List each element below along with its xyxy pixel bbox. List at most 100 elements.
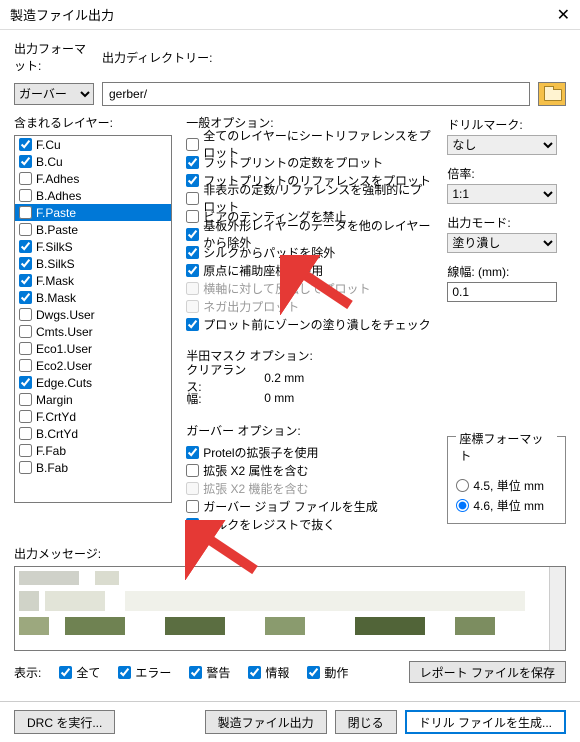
filter-info[interactable]: [248, 666, 261, 679]
layer-checkbox[interactable]: [19, 461, 32, 474]
browse-folder-button[interactable]: [538, 82, 566, 106]
output-dir-input[interactable]: [102, 82, 530, 106]
layer-name: Dwgs.User: [36, 308, 95, 322]
layer-checkbox[interactable]: [19, 376, 32, 389]
layer-item-b-adhes[interactable]: B.Adhes: [15, 187, 171, 204]
layer-item-eco2-user[interactable]: Eco2.User: [15, 357, 171, 374]
layer-name: F.Paste: [36, 206, 76, 220]
lw-input[interactable]: [447, 282, 557, 302]
layer-item-b-paste[interactable]: B.Paste: [15, 221, 171, 238]
layer-item-edge-cuts[interactable]: Edge.Cuts: [15, 374, 171, 391]
option-checkbox[interactable]: [186, 138, 199, 151]
layer-checkbox[interactable]: [19, 155, 32, 168]
option-checkbox[interactable]: [186, 264, 199, 277]
coord-legend: 座標フォーマット: [456, 430, 557, 464]
layer-name: F.Mask: [36, 274, 74, 288]
option-checkbox[interactable]: [186, 174, 199, 187]
drill-select[interactable]: なし: [447, 135, 557, 155]
layer-item-b-silks[interactable]: B.SilkS: [15, 255, 171, 272]
scale-label: 倍率:: [447, 165, 566, 182]
layers-label: 含まれるレイヤー:: [14, 114, 172, 131]
layer-item-b-crtyd[interactable]: B.CrtYd: [15, 425, 171, 442]
layer-checkbox[interactable]: [19, 274, 32, 287]
layer-checkbox[interactable]: [19, 444, 32, 457]
layer-item-f-paste[interactable]: F.Paste: [15, 204, 171, 221]
width-v: 0 mm: [264, 391, 294, 405]
layer-item-f-adhes[interactable]: F.Adhes: [15, 170, 171, 187]
layer-checkbox[interactable]: [19, 427, 32, 440]
coord-45-radio[interactable]: [456, 479, 469, 492]
layer-list[interactable]: F.Cu B.CuF.AdhesB.Adhes F.Paste B.PasteF.Si…: [14, 135, 172, 503]
layer-name: B.Cu: [36, 155, 63, 169]
option-checkbox[interactable]: [186, 156, 199, 169]
layer-checkbox[interactable]: [19, 138, 32, 151]
option-row: ガーバー ジョブ ファイルを生成: [186, 497, 433, 515]
layer-checkbox[interactable]: [19, 325, 32, 338]
layer-item-f-fab[interactable]: F.Fab: [15, 442, 171, 459]
option-row: 非表示の定数/リファレンスを強制的にプロット: [186, 189, 433, 207]
layer-item-f-crtyd[interactable]: F.CrtYd: [15, 408, 171, 425]
option-row: シルクをレジストで抜く: [186, 515, 433, 533]
layer-item-f-mask[interactable]: F.Mask: [15, 272, 171, 289]
option-label: 原点に補助座標を使用: [203, 262, 323, 279]
layer-checkbox[interactable]: [19, 308, 32, 321]
layer-item-f-silks[interactable]: F.SilkS: [15, 238, 171, 255]
layer-checkbox[interactable]: [19, 223, 32, 236]
layer-name: B.Paste: [36, 223, 78, 237]
layer-name: B.SilkS: [36, 257, 75, 271]
filter-action[interactable]: [307, 666, 320, 679]
layer-item-b-mask[interactable]: B.Mask: [15, 289, 171, 306]
plot-button[interactable]: 製造ファイル出力: [205, 710, 327, 734]
format-select[interactable]: ガーバー: [14, 83, 94, 105]
layer-name: Margin: [36, 393, 73, 407]
layer-checkbox[interactable]: [19, 189, 32, 202]
layer-checkbox[interactable]: [19, 291, 32, 304]
mode-select[interactable]: 塗り潰し: [447, 233, 557, 253]
option-checkbox[interactable]: [186, 228, 199, 241]
layer-item-margin[interactable]: Margin: [15, 391, 171, 408]
option-checkbox[interactable]: [186, 446, 199, 459]
option-label: 横軸に対して反転してプロット: [203, 280, 370, 297]
option-checkbox[interactable]: [186, 500, 199, 513]
option-checkbox[interactable]: [186, 318, 199, 331]
layer-item-eco1-user[interactable]: Eco1.User: [15, 340, 171, 357]
layer-item-b-cu[interactable]: B.Cu: [15, 153, 171, 170]
layer-item-dwgs-user[interactable]: Dwgs.User: [15, 306, 171, 323]
option-checkbox[interactable]: [186, 192, 199, 205]
filter-error[interactable]: [118, 666, 131, 679]
drill-file-button[interactable]: ドリル ファイルを生成...: [405, 710, 566, 734]
option-checkbox[interactable]: [186, 246, 199, 259]
message-box[interactable]: [14, 566, 566, 651]
layer-name: Edge.Cuts: [36, 376, 92, 390]
layer-item-cmts-user[interactable]: Cmts.User: [15, 323, 171, 340]
option-checkbox[interactable]: [186, 464, 199, 477]
layer-checkbox[interactable]: [19, 342, 32, 355]
layer-checkbox[interactable]: [19, 359, 32, 372]
save-report-button[interactable]: レポート ファイルを保存: [409, 661, 566, 683]
option-label: フットプリントの定数をプロット: [203, 154, 383, 171]
option-row: 横軸に対して反転してプロット: [186, 279, 433, 297]
coord-46-radio[interactable]: [456, 499, 469, 512]
layer-item-b-fab[interactable]: B.Fab: [15, 459, 171, 476]
layer-checkbox[interactable]: [19, 410, 32, 423]
option-label: シルクをレジストで抜く: [203, 516, 335, 533]
scale-select[interactable]: 1:1: [447, 184, 557, 204]
option-checkbox: [186, 482, 199, 495]
layer-checkbox[interactable]: [19, 393, 32, 406]
layer-checkbox[interactable]: [19, 240, 32, 253]
close-icon[interactable]: ✕: [557, 5, 570, 25]
mode-label: 出力モード:: [447, 214, 566, 231]
option-label: ネガ出力プロット: [203, 298, 299, 315]
layer-checkbox[interactable]: [19, 206, 32, 219]
layer-checkbox[interactable]: [19, 172, 32, 185]
filter-all[interactable]: [59, 666, 72, 679]
layer-checkbox[interactable]: [19, 257, 32, 270]
option-row: 基板外形レイヤーのデータを他のレイヤーから除外: [186, 225, 433, 243]
option-checkbox[interactable]: [186, 210, 199, 223]
run-drc-button[interactable]: DRC を実行...: [14, 710, 115, 734]
close-button[interactable]: 閉じる: [335, 710, 397, 734]
layer-item-f-cu[interactable]: F.Cu: [15, 136, 171, 153]
filter-warn[interactable]: [189, 666, 202, 679]
msg-scrollbar[interactable]: [549, 567, 565, 650]
option-checkbox[interactable]: [186, 518, 199, 531]
